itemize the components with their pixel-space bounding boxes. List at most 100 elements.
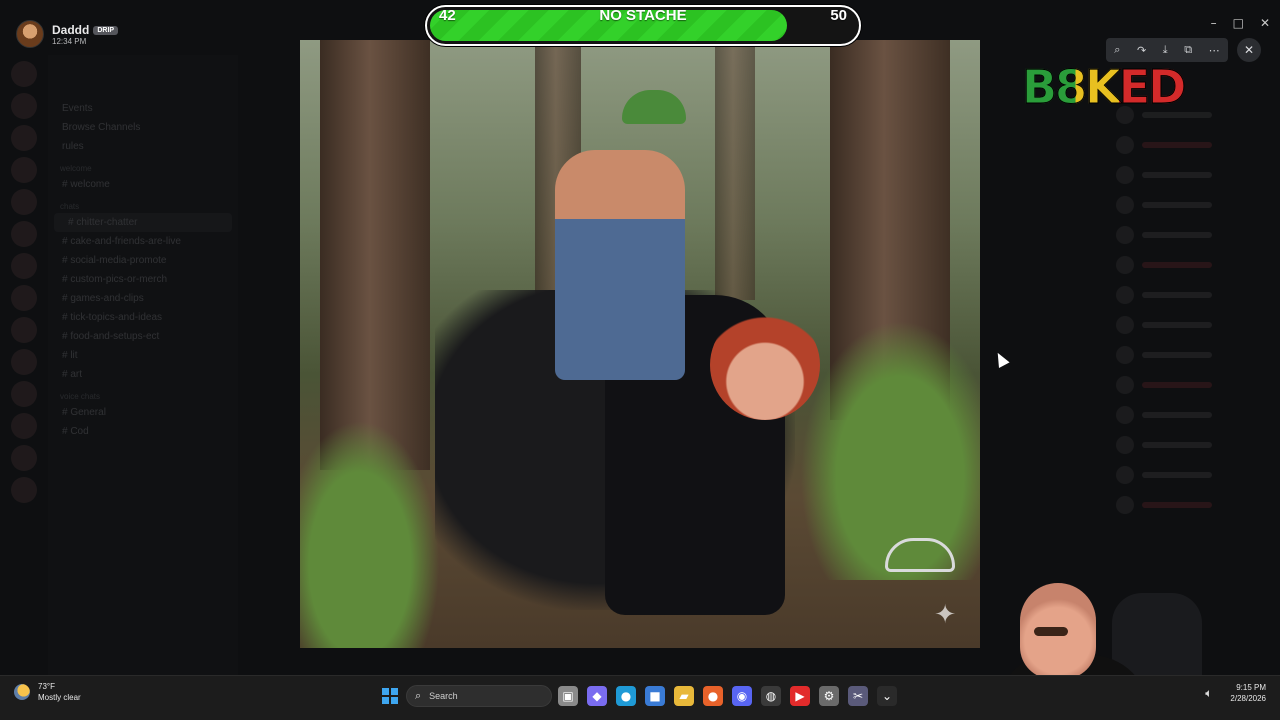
weather-condition: Mostly clear: [38, 693, 81, 702]
channel-item[interactable]: # food-and-setups-ect: [48, 327, 238, 346]
task-view-icon[interactable]: ▣: [558, 686, 578, 706]
member-row[interactable]: [1110, 130, 1280, 160]
member-name: [1142, 472, 1212, 478]
member-avatar: [1116, 226, 1134, 244]
open-external-icon[interactable]: ⧉: [1184, 43, 1192, 57]
username: Daddd: [52, 22, 90, 37]
forward-icon[interactable]: ↷: [1137, 44, 1146, 57]
channel-item[interactable]: # lit: [48, 346, 238, 365]
member-row[interactable]: [1110, 430, 1280, 460]
server-rail: [0, 55, 48, 525]
snip-icon[interactable]: ✂: [848, 686, 868, 706]
channel-item[interactable]: # chitter-chatter: [54, 213, 232, 232]
member-row[interactable]: [1110, 190, 1280, 220]
minimize-icon[interactable]: –: [1211, 16, 1217, 30]
member-avatar: [1116, 406, 1134, 424]
member-name: [1142, 262, 1212, 268]
member-name: [1142, 142, 1212, 148]
channel-item[interactable]: # General: [48, 403, 238, 422]
channel-item[interactable]: # tick-topics-and-ideas: [48, 308, 238, 327]
member-row[interactable]: [1110, 490, 1280, 520]
member-name: [1142, 172, 1212, 178]
firefox-icon[interactable]: ●: [703, 686, 723, 706]
member-row[interactable]: [1110, 280, 1280, 310]
member-name: [1142, 232, 1212, 238]
start-button[interactable]: [382, 688, 398, 704]
channel-item[interactable]: # cake-and-friends-are-live: [48, 232, 238, 251]
download-icon[interactable]: ⤓: [1163, 43, 1168, 57]
user-profile[interactable]: Daddd DRIP 12:34 PM: [16, 20, 119, 48]
stache-max: 50: [830, 7, 847, 24]
cap: [622, 90, 686, 124]
face: [710, 310, 820, 420]
channel-list: Events Browse Channels rules welcome # welco…: [48, 55, 238, 675]
channel-item[interactable]: # Cod: [48, 422, 238, 441]
weather-widget[interactable]: 73°F Mostly clear: [14, 681, 81, 703]
more-icon[interactable]: ⋯: [1209, 44, 1220, 57]
weather-temp: 73°F: [38, 682, 55, 691]
channel-item[interactable]: rules: [48, 137, 238, 156]
viewed-image[interactable]: ✦: [300, 40, 980, 648]
channel-logo: B8KED: [1021, 60, 1186, 114]
settings-icon[interactable]: ⚙: [819, 686, 839, 706]
channel-category[interactable]: chats: [48, 194, 238, 213]
store-icon[interactable]: ■: [645, 686, 665, 706]
member-avatar: [1116, 376, 1134, 394]
close-viewer-button[interactable]: ✕: [1237, 38, 1261, 62]
stache-label: NO STACHE: [599, 7, 687, 24]
discord-icon[interactable]: ◉: [732, 686, 752, 706]
member-row[interactable]: [1110, 460, 1280, 490]
system-tray: 🔈︎ 9:15 PM 2/28/2026: [1205, 682, 1266, 704]
member-name: [1142, 322, 1212, 328]
fern: [800, 320, 980, 580]
member-row[interactable]: [1110, 160, 1280, 190]
member-row[interactable]: [1110, 250, 1280, 280]
volume-icon[interactable]: 🔈︎: [1205, 686, 1212, 701]
clock[interactable]: 9:15 PM 2/28/2026: [1230, 682, 1266, 704]
taskbar-search[interactable]: ⌕ Search: [406, 685, 552, 707]
user-badge: DRIP: [93, 25, 119, 35]
close-window-icon[interactable]: ✕: [1260, 16, 1270, 30]
zoom-in-icon[interactable]: ⌕: [1114, 43, 1120, 57]
channel-item[interactable]: Events: [48, 99, 238, 118]
channel-item[interactable]: Browse Channels: [48, 118, 238, 137]
taskbar: 73°F Mostly clear ⌕ Search ▣ ◆ ● ■ ▰ ● ◉ ◍ ▶ ⚙ ✂ ⌄ …: [0, 675, 1280, 720]
mouse-cursor: [992, 350, 1010, 368]
copilot-icon[interactable]: ◆: [587, 686, 607, 706]
member-row[interactable]: [1110, 310, 1280, 340]
chevron-icon[interactable]: ⌄: [877, 686, 897, 706]
channel-item[interactable]: # games-and-clips: [48, 289, 238, 308]
user-time: 12:34 PM: [52, 36, 87, 46]
member-row[interactable]: [1110, 340, 1280, 370]
search-label: Search: [429, 691, 458, 701]
stache-meter: 42 NO STACHE 50: [425, 5, 861, 46]
member-row[interactable]: [1110, 400, 1280, 430]
youtube-icon[interactable]: ▶: [790, 686, 810, 706]
maximize-icon[interactable]: □: [1233, 16, 1244, 30]
stream-scene: Events Browse Channels rules welcome # welco…: [0, 0, 1280, 720]
edge-icon[interactable]: ●: [616, 686, 636, 706]
channel-category[interactable]: voice chats: [48, 384, 238, 403]
member-avatar: [1116, 136, 1134, 154]
file-explorer-icon[interactable]: ▰: [674, 686, 694, 706]
channel-item[interactable]: # welcome: [48, 175, 238, 194]
member-name: [1142, 292, 1212, 298]
tree-trunk: [715, 40, 755, 300]
member-name: [1142, 412, 1212, 418]
window-controls: – □ ✕: [1211, 16, 1270, 30]
channel-category[interactable]: welcome: [48, 156, 238, 175]
fern: [300, 420, 440, 648]
member-avatar: [1116, 496, 1134, 514]
member-row[interactable]: [1110, 220, 1280, 250]
member-avatar: [1116, 196, 1134, 214]
sparkle-icon: ✦: [934, 600, 956, 630]
member-name: [1142, 442, 1212, 448]
channel-item[interactable]: # custom-pics-or-merch: [48, 270, 238, 289]
obs-icon[interactable]: ◍: [761, 686, 781, 706]
weather-icon: [14, 684, 30, 700]
member-avatar: [1116, 466, 1134, 484]
channel-item[interactable]: # social-media-promote: [48, 251, 238, 270]
channel-item[interactable]: # art: [48, 365, 238, 384]
member-row[interactable]: [1110, 370, 1280, 400]
search-icon: ⌕: [415, 689, 422, 702]
